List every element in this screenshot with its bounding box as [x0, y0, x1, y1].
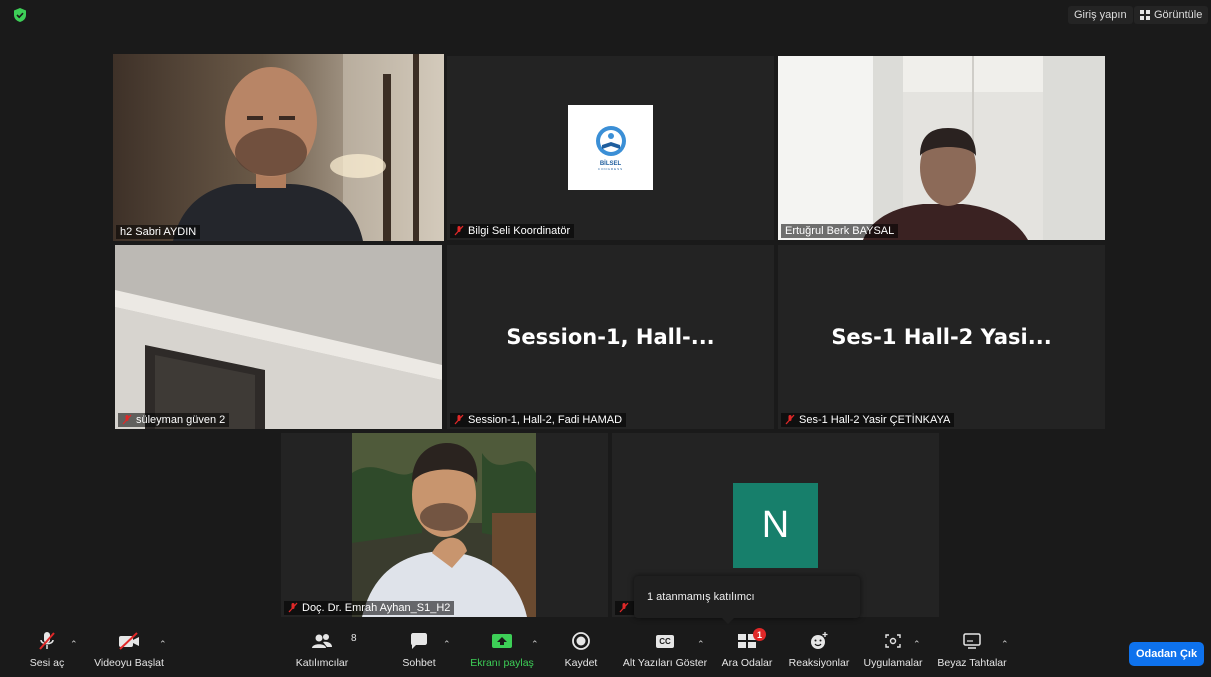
show-captions-button[interactable]: CC Alt Yazıları Göster [623, 628, 707, 677]
muted-mic-icon [785, 414, 795, 426]
sign-in-button[interactable]: Giriş yapın [1068, 6, 1133, 24]
participants-count: 8 [351, 633, 357, 644]
share-options-chevron-icon[interactable]: ⌃ [531, 639, 539, 650]
muted-mic-icon [454, 414, 464, 426]
participant-name: Session-1, Hall-2, Fadi HAMAD [468, 414, 623, 426]
participant-name-label: Session-1, Hall-2, Fadi HAMAD [450, 413, 627, 427]
participant-name-label: Ses-1 Hall-2 Yasir ÇETİNKAYA [781, 413, 955, 427]
participant-name-label: Doç. Dr. Emrah Ayhan_S1_H2 [284, 601, 455, 615]
whiteboard-options-chevron-icon[interactable]: ⌃ [1001, 639, 1009, 650]
participant-display-name: Session-1, Hall-... [506, 325, 715, 349]
participant-display-name: Ses-1 Hall-2 Yasi... [831, 325, 1052, 349]
apps-options-chevron-icon[interactable]: ⌃ [913, 639, 921, 650]
whiteboards-label: Beyaz Tahtalar [937, 657, 1007, 669]
participant-name: Doç. Dr. Emrah Ayhan_S1_H2 [302, 602, 451, 614]
participant-photo [352, 433, 536, 617]
apps-label: Uygulamalar [863, 657, 923, 669]
video-off-icon [117, 628, 141, 654]
record-button[interactable]: Kaydet [564, 628, 598, 677]
leave-room-label: Odadan Çık [1135, 648, 1198, 660]
chat-options-chevron-icon[interactable]: ⌃ [443, 639, 451, 650]
start-video-label: Videoyu Başlat [94, 657, 164, 669]
participants-button[interactable]: 8 Katılımcılar [295, 628, 357, 677]
muted-mic-icon [288, 602, 298, 614]
participant-video [113, 54, 444, 241]
muted-mic-icon [454, 225, 464, 237]
captions-label: Alt Yazıları Göster [622, 657, 708, 669]
participant-name-label: süleyman güven 2 [118, 413, 230, 427]
participant-name-label: h2 Sabri AYDIN [116, 225, 201, 239]
muted-mic-icon [37, 628, 57, 654]
participant-video [115, 245, 442, 429]
video-tile-ertugrul-berk-baysal[interactable]: Ertuğrul Berk BAYSAL [778, 56, 1105, 240]
meeting-toolbar: Sesi aç ⌃ Videoyu Başlat ⌃ 8 Katılımcıla… [0, 628, 1211, 677]
breakout-rooms-icon: 1 [736, 628, 766, 654]
participant-name-label: Ertuğrul Berk BAYSAL [781, 224, 899, 238]
video-tile-ses-1-hall-2-yasir[interactable]: Ses-1 Hall-2 Yasi... Ses-1 Hall-2 Yasir … [778, 245, 1105, 429]
captions-icon-text: CC [656, 634, 674, 648]
security-shield-icon[interactable] [12, 7, 28, 23]
share-screen-icon [491, 628, 513, 654]
participant-video [778, 56, 1105, 240]
chat-label: Sohbet [402, 657, 436, 669]
reactions-label: Reaksiyonlar [788, 657, 850, 669]
breakout-notification-badge: 1 [753, 628, 766, 641]
sign-in-label: Giriş yapın [1074, 9, 1127, 21]
grid-icon [1140, 10, 1150, 20]
tooltip-text: 1 atanmamış katılımcı [647, 591, 755, 603]
record-icon [571, 628, 591, 654]
audio-options-chevron-icon[interactable]: ⌃ [70, 639, 78, 650]
chat-button[interactable]: Sohbet [401, 628, 437, 677]
avatar-letter: N [761, 504, 790, 546]
view-button[interactable]: Görüntüle [1134, 6, 1209, 24]
participants-label: Katılımcılar [295, 657, 349, 669]
captions-options-chevron-icon[interactable]: ⌃ [697, 639, 705, 650]
view-label: Görüntüle [1154, 9, 1203, 21]
participant-name: Bilgi Seli Koordinatör [468, 225, 571, 237]
participant-name: Ses-1 Hall-2 Yasir ÇETİNKAYA [799, 414, 951, 426]
unmute-button[interactable]: Sesi aç [28, 628, 66, 677]
video-tile-emrah-ayhan[interactable]: Doç. Dr. Emrah Ayhan_S1_H2 [281, 433, 608, 617]
whiteboard-icon [962, 628, 982, 654]
unmute-label: Sesi aç [29, 657, 65, 669]
video-tile-bilgi-seli[interactable]: BİLSEL CONGRESS Bilgi Seli Koordinatör [447, 56, 774, 240]
muted-mic-icon [619, 602, 629, 614]
breakout-rooms-label: Ara Odalar [721, 657, 773, 669]
top-bar: Giriş yapın Görüntüle [0, 0, 1211, 30]
leave-room-button[interactable]: Odadan Çık [1129, 642, 1204, 666]
share-screen-label: Ekranı paylaş [470, 657, 534, 669]
video-options-chevron-icon[interactable]: ⌃ [159, 639, 167, 650]
apps-icon [883, 628, 903, 654]
participant-name-label: Bilgi Seli Koordinatör [450, 224, 575, 238]
participant-name: Ertuğrul Berk BAYSAL [785, 225, 895, 237]
participant-name: süleyman güven 2 [136, 414, 226, 426]
closed-captions-icon: CC [656, 628, 674, 654]
chat-icon [409, 628, 429, 654]
start-video-button[interactable]: Videoyu Başlat [93, 628, 165, 677]
bilsel-logo: BİLSEL CONGRESS [568, 105, 653, 190]
avatar: N [733, 483, 818, 568]
apps-button[interactable]: Uygulamalar [862, 628, 924, 677]
video-tile-session-1-hall-2-fadi-hamad[interactable]: Session-1, Hall-... Session-1, Hall-2, F… [447, 245, 774, 429]
bilsel-logo-mark [595, 125, 626, 156]
participants-icon: 8 [311, 628, 357, 654]
video-tile-sabri-aydin[interactable]: h2 Sabri AYDIN [113, 54, 444, 241]
reaction-smiley-icon [809, 628, 829, 654]
whiteboards-button[interactable]: Beyaz Tahtalar [937, 628, 1007, 677]
muted-mic-icon [122, 414, 132, 426]
breakout-rooms-button[interactable]: 1 Ara Odalar [722, 628, 772, 677]
participant-name: h2 Sabri AYDIN [120, 226, 197, 238]
logo-subtitle: CONGRESS [597, 166, 624, 171]
reactions-button[interactable]: Reaksiyonlar [789, 628, 849, 677]
record-label: Kaydet [564, 657, 598, 669]
video-tile-suleyman-guven[interactable]: süleyman güven 2 [115, 245, 442, 429]
share-screen-button[interactable]: Ekranı paylaş [470, 628, 534, 677]
unassigned-participants-tooltip: 1 atanmamış katılımcı [634, 576, 860, 624]
